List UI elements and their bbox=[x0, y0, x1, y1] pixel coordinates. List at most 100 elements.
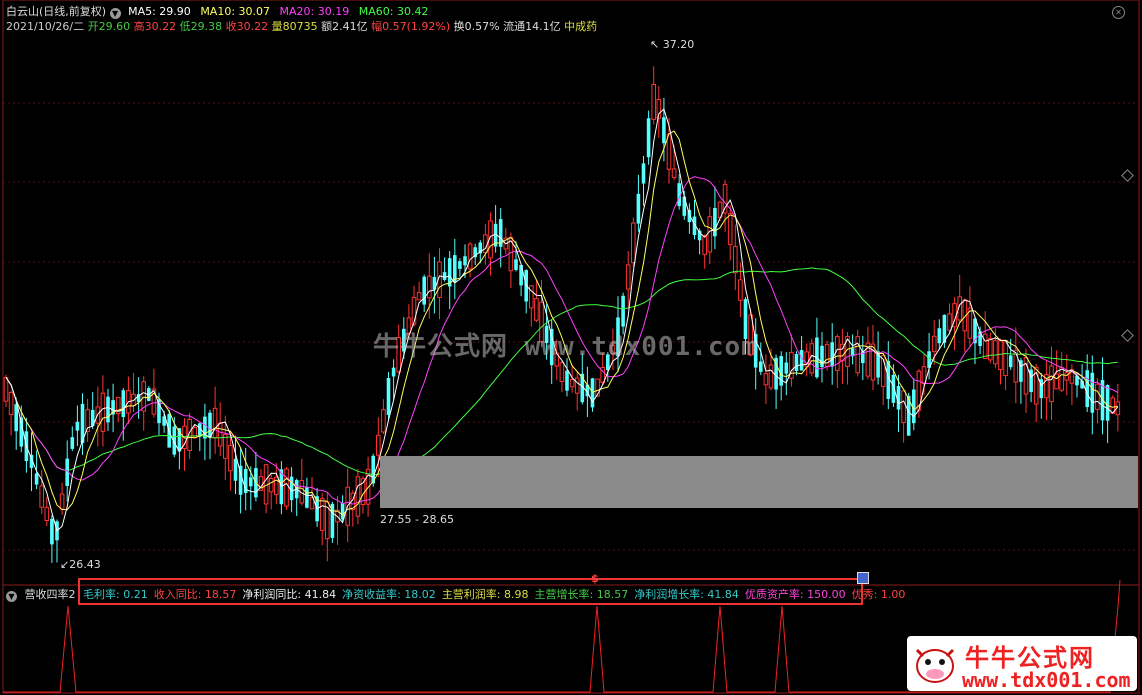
candle-body bbox=[106, 396, 110, 423]
candle-body bbox=[1105, 385, 1110, 421]
candle-body bbox=[355, 476, 361, 517]
candle-body bbox=[212, 407, 218, 439]
candle-body bbox=[463, 256, 467, 266]
candle-body bbox=[422, 276, 426, 305]
chart-header-line2: 2021/10/26/二 开29.60 高30.22 低29.38 收30.22… bbox=[6, 20, 597, 34]
candle-body bbox=[636, 193, 641, 224]
candle-body bbox=[1049, 365, 1054, 403]
flag-icon[interactable] bbox=[857, 572, 869, 584]
candle-body bbox=[799, 350, 804, 371]
candle-body bbox=[835, 336, 840, 371]
high-value: 高30.22 bbox=[133, 20, 177, 33]
candle-body bbox=[3, 376, 9, 402]
candle-body bbox=[1085, 370, 1089, 408]
candle-body bbox=[249, 477, 253, 487]
candle-body bbox=[993, 340, 998, 365]
close-chart-icon[interactable]: ✕ bbox=[1112, 6, 1125, 19]
candle-body bbox=[768, 364, 774, 389]
candle-body bbox=[931, 335, 937, 353]
candle-body bbox=[569, 378, 575, 388]
stock-title[interactable]: 白云山(日线,前复权) bbox=[6, 5, 106, 18]
candle-body bbox=[416, 292, 422, 301]
candle-body bbox=[727, 213, 733, 246]
candle-body bbox=[982, 333, 988, 360]
ma10-value: MA10: 30.07 bbox=[200, 5, 271, 18]
indicator-highlight-box bbox=[78, 578, 863, 605]
amount-value: 额2.41亿 bbox=[321, 20, 368, 33]
candle-body bbox=[458, 261, 462, 269]
watermark: 牛牛公式网 www.tdx001.com bbox=[373, 332, 758, 362]
candle-body bbox=[1059, 367, 1065, 391]
date-value: 2021/10/26/二 bbox=[6, 20, 85, 33]
ma5-value: MA5: 29.90 bbox=[128, 5, 191, 18]
dropdown-icon[interactable]: ▼ bbox=[109, 8, 121, 19]
candle-body bbox=[733, 245, 738, 274]
candle-body bbox=[305, 487, 309, 508]
candle-body bbox=[39, 485, 45, 508]
chart-header-line1: 白云山(日线,前复权) ▼ MA5: 29.90 MA10: 30.07 MA2… bbox=[6, 5, 434, 19]
candle-body bbox=[702, 235, 708, 255]
candle-body bbox=[988, 338, 993, 361]
candle-body bbox=[319, 498, 325, 531]
candle-body bbox=[483, 234, 488, 254]
candle-body bbox=[223, 433, 228, 459]
ma20-value: MA20: 30.19 bbox=[279, 5, 350, 18]
candle-body bbox=[646, 118, 651, 158]
candle-body bbox=[830, 342, 834, 367]
range-label: 27.55 - 28.65 bbox=[380, 513, 454, 526]
candle-body bbox=[228, 444, 233, 472]
candle-body bbox=[467, 243, 473, 270]
candle-body bbox=[641, 163, 646, 184]
dollar-marker: $ bbox=[591, 572, 599, 585]
candle-body bbox=[8, 392, 14, 416]
candle-body bbox=[514, 259, 518, 270]
candle-body bbox=[651, 83, 657, 120]
turnover-value: 换0.57% bbox=[453, 20, 500, 33]
candle-body bbox=[59, 493, 65, 510]
candle-body bbox=[559, 362, 565, 382]
candle-body bbox=[534, 298, 539, 321]
candle-body bbox=[621, 295, 625, 327]
candle-body bbox=[574, 377, 580, 394]
candle-body bbox=[50, 518, 54, 545]
candle-body bbox=[947, 313, 952, 331]
candle-body bbox=[565, 370, 569, 391]
cow-logo-icon bbox=[915, 648, 955, 683]
candle-body bbox=[794, 354, 799, 372]
candle-body bbox=[453, 255, 457, 283]
candle-body bbox=[75, 421, 80, 431]
candle-body bbox=[217, 422, 223, 447]
candle-body bbox=[386, 378, 391, 415]
candle-body bbox=[376, 434, 381, 456]
candle-body bbox=[1054, 373, 1059, 390]
candle-body bbox=[707, 216, 713, 253]
candle-body bbox=[662, 117, 666, 144]
candle-body bbox=[233, 458, 238, 481]
candle-body bbox=[901, 390, 906, 424]
candle-body bbox=[937, 328, 942, 344]
price-range-band bbox=[380, 456, 1138, 508]
candle-body bbox=[34, 473, 39, 485]
candle-body bbox=[1090, 372, 1095, 413]
float-value: 流通14.1亿 bbox=[503, 20, 561, 33]
low-price-label: ↙26.43 bbox=[60, 558, 101, 571]
open-value: 开29.60 bbox=[87, 20, 131, 33]
candle-body bbox=[208, 412, 212, 438]
candle-body bbox=[738, 279, 743, 301]
sector-value[interactable]: 中成药 bbox=[564, 20, 597, 33]
candle-body bbox=[391, 367, 396, 377]
brand-url: www.tdx001.com bbox=[962, 668, 1131, 692]
indicator-name[interactable]: 营收四率2 bbox=[25, 588, 76, 601]
candle-body bbox=[1003, 340, 1008, 377]
candle-body bbox=[625, 264, 631, 290]
candle-body bbox=[671, 168, 677, 178]
candle-body bbox=[763, 373, 769, 386]
candle-body bbox=[713, 207, 717, 237]
ma60-value: MA60: 30.42 bbox=[358, 5, 429, 18]
change-value: 幅0.57(1.92%) bbox=[371, 20, 451, 33]
candle-body bbox=[442, 272, 447, 280]
candle-body bbox=[998, 340, 1003, 371]
high-price-label: ↖ 37.20 bbox=[650, 38, 695, 51]
candle-body bbox=[268, 477, 274, 493]
indicator-dropdown-icon[interactable]: ▼ bbox=[6, 591, 17, 602]
